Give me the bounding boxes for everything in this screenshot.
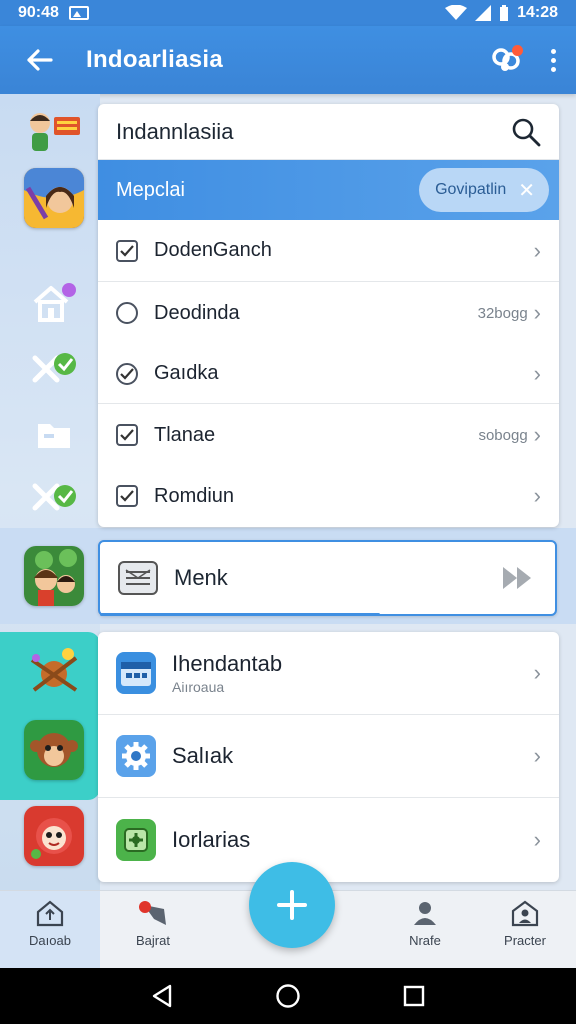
list-item-label: Romdiun [154,484,235,507]
recents-square-icon[interactable] [403,985,425,1007]
search-input[interactable]: Indannlasiia [116,119,233,145]
selected-list-item[interactable]: Menk [98,540,557,616]
list-item[interactable]: Iorlarias › [98,798,559,881]
app-bar: Indoarliasia [0,26,576,94]
list-item[interactable]: Salıak › [98,715,559,798]
list-item-label: DodenGanch [154,239,272,261]
list-item[interactable]: Romdiun › [98,466,559,526]
fast-forward-icon[interactable] [501,563,537,593]
list-item-label: Ihendantab [172,651,283,676]
nav-item-account[interactable]: Practer [480,899,570,963]
folder-icon[interactable] [24,404,84,464]
list-item-label: Gaıdka [154,362,219,384]
battery-icon [500,5,509,21]
list-item-label: Deodinda [154,301,240,324]
nav-item-profile[interactable]: Nrafe [380,899,470,963]
list-item-meta: 32bogg [477,304,528,322]
arrow-left-icon [27,49,53,71]
search-bar[interactable]: Indannlasiia [98,104,559,160]
nav-label: Nrafe [409,933,441,948]
settings-gear-icon [116,735,156,777]
nav-label: Daıoab [29,933,71,948]
main-list-card: Indannlasiia Mepclai Govipatlin ✕ DodenG… [98,104,559,527]
list-item[interactable]: Tlanae sobogg › [98,404,559,466]
list-item-subtitle: Aiıroaua [172,679,225,695]
filter-chip[interactable]: Govipatlin ✕ [419,168,549,212]
wifi-icon [445,5,468,20]
chevron-right-icon: › [533,237,541,263]
rail-monkey-game-icon[interactable] [24,720,84,780]
notifications-button[interactable] [489,43,523,77]
chevron-right-icon: › [533,483,541,508]
list-item-label: Salıak [172,743,234,768]
checkbox-checked-icon[interactable] [116,239,138,262]
filter-chip-label: Govipatlin [435,181,507,198]
nav-label: Practer [504,933,546,948]
radio-unchecked-icon[interactable] [116,302,138,324]
back-button[interactable] [24,45,54,75]
checkbox-checked-icon[interactable] [116,424,138,446]
list-item-label: Tlanae [154,423,216,446]
rail-red-character-game-icon[interactable] [24,806,84,866]
notification-dot [512,45,523,56]
nav-label: Bajrat [136,933,170,948]
list-item[interactable]: Gaıdka › [98,344,559,404]
rail-character-game-icon[interactable] [24,104,84,164]
nav-item-home[interactable]: Daıoab [0,891,100,969]
rail-kids-game-icon[interactable] [24,546,84,606]
lower-list-card: Ihendantab Aiıroaua › Salıak › Iorlarias… [98,632,559,882]
puzzle-icon [116,818,156,861]
list-item[interactable]: DodenGanch › [98,220,559,282]
close-icon[interactable]: ✕ [518,178,535,203]
filter-row: Mepclai Govipatlin ✕ [98,160,559,220]
chevron-right-icon: › [533,826,541,852]
home-icon[interactable] [24,272,84,332]
back-triangle-icon[interactable] [151,984,173,1008]
chevron-right-icon: › [533,360,541,386]
chevron-right-icon: › [533,743,541,768]
search-icon[interactable] [511,117,541,147]
chevron-right-icon: › [533,300,541,325]
plus-icon [277,890,307,920]
keyboard-icon [118,561,158,595]
status-time: 90:48 [18,4,59,21]
selected-item-label: Menk [174,565,228,590]
house-person-icon [511,900,539,927]
person-icon [414,902,436,925]
rail-action-game-icon[interactable] [24,640,84,700]
pin-icon [139,901,166,925]
filter-label: Mepclai [116,178,185,201]
checkbox-checked-icon[interactable] [116,485,138,507]
list-item[interactable]: Ihendantab Aiıroaua › [98,632,559,715]
status-clock: 14:28 [517,4,558,21]
tools-check-icon-2[interactable] [24,466,84,526]
home-upload-icon [36,900,64,927]
overflow-menu-button[interactable] [551,48,556,72]
chevron-right-icon: › [533,422,541,447]
gallery-notification-icon [68,6,89,20]
signal-icon [475,5,492,21]
progress-underline [100,613,380,616]
nav-item-saved[interactable]: Bajrat [108,899,198,963]
tools-check-icon[interactable] [24,338,84,398]
home-circle-icon[interactable] [275,983,301,1009]
app-title: Indoarliasia [86,46,223,73]
chevron-right-icon: › [533,660,541,685]
system-navigation-bar [0,968,576,1024]
list-item[interactable]: Deodinda 32bogg › [98,282,559,344]
rail-adventure-game-icon[interactable] [24,168,84,228]
checkbox-checked-icon[interactable] [116,362,138,385]
list-item-meta: sobogg [478,426,528,444]
status-bar: 90:48 14:28 [0,0,576,26]
calendar-icon [116,652,156,694]
list-item-label: Iorlarias [172,826,251,852]
add-fab-button[interactable] [249,862,335,948]
